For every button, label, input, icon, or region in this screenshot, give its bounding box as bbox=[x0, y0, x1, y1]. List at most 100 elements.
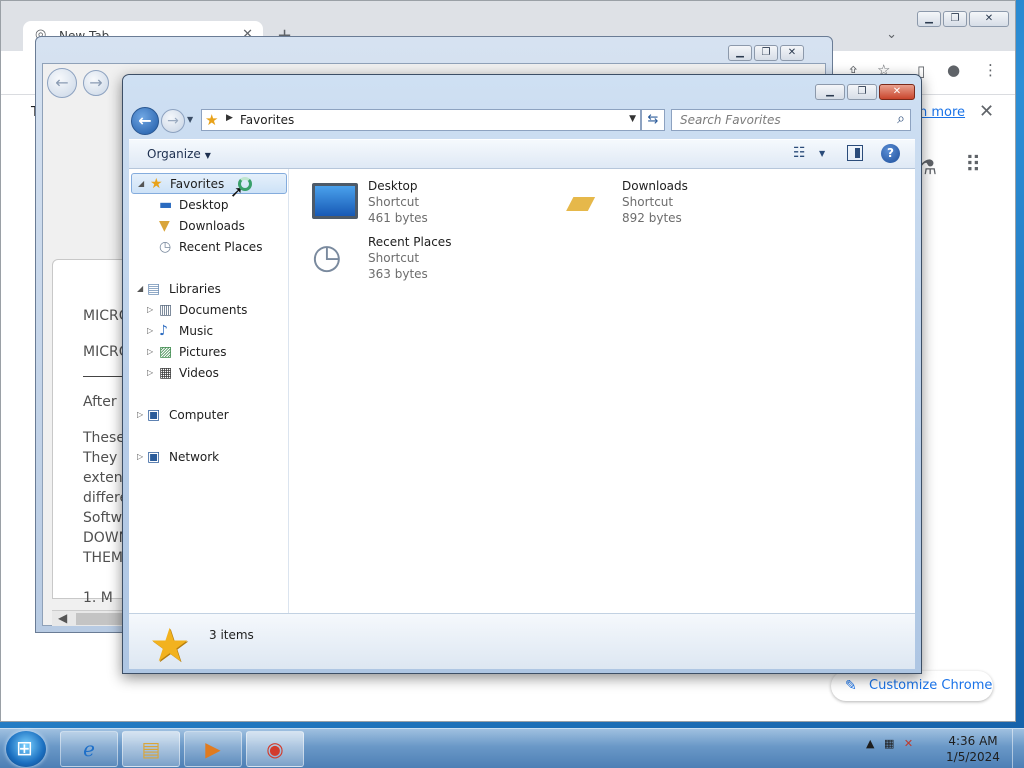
expanded-arrow-icon[interactable]: ◢ bbox=[138, 174, 148, 194]
file-name: Downloads bbox=[622, 179, 688, 193]
collapsed-arrow-icon[interactable]: ▷ bbox=[137, 405, 147, 425]
explorer-body: ◢ ★ Favorites ➚ ▬ Desktop ▼ Downloads ◷ … bbox=[129, 169, 915, 613]
downloads-folder-icon: ▼ bbox=[159, 218, 170, 234]
doc-line: After i bbox=[83, 394, 125, 410]
expanded-arrow-icon[interactable]: ◢ bbox=[137, 279, 147, 299]
file-item-recent-places[interactable]: ◷ Recent Places Shortcut 363 bytes bbox=[302, 231, 542, 283]
tree-item-favorites[interactable]: ◢ ★ Favorites ➚ bbox=[131, 173, 287, 201]
pencil-icon: ✎ bbox=[845, 678, 857, 694]
tree-label: Music bbox=[179, 324, 214, 338]
file-explorer-icon[interactable]: ▤ bbox=[122, 731, 180, 767]
network-tray-icon[interactable]: ▦ bbox=[884, 737, 894, 750]
doc-forward-button[interactable]: → bbox=[83, 70, 109, 96]
item-count: 3 items bbox=[209, 628, 254, 642]
tree-label: Recent Places bbox=[179, 240, 263, 254]
internet-explorer-icon[interactable]: ℯ bbox=[60, 731, 118, 767]
computer-icon: ▣ bbox=[147, 407, 161, 423]
customize-chrome-label: Customize Chrome bbox=[869, 678, 993, 693]
chevron-down-icon[interactable]: ⌄ bbox=[886, 27, 897, 42]
explorer-window-controls: ▁ ❐ ✕ bbox=[815, 84, 915, 100]
chrome-menu-icon[interactable]: ⋮ bbox=[983, 61, 998, 79]
navigation-pane: ◢ ★ Favorites ➚ ▬ Desktop ▼ Downloads ◷ … bbox=[129, 169, 289, 613]
collapsed-arrow-icon[interactable]: ▷ bbox=[137, 447, 147, 467]
explorer-minimize-button[interactable]: ▁ bbox=[815, 84, 845, 100]
doc-line: THEM bbox=[83, 550, 124, 566]
notice-close-icon[interactable]: ✕ bbox=[979, 101, 994, 122]
tree-label: Downloads bbox=[179, 219, 245, 233]
file-type: Shortcut bbox=[368, 195, 420, 209]
taskbar: ℯ ▤ ▶ ◉ ▲ ▦ ✕ 4:36 AM 1/5/2024 bbox=[0, 728, 1024, 768]
chrome-minimize-button[interactable]: ▁ bbox=[917, 11, 941, 27]
file-item-downloads[interactable]: ▰ Downloads Shortcut 892 bytes bbox=[556, 175, 796, 227]
file-item-desktop[interactable]: Desktop Shortcut 461 bytes bbox=[302, 175, 542, 227]
back-button[interactable]: ← bbox=[131, 107, 159, 135]
show-hidden-icons-icon[interactable]: ▲ bbox=[866, 737, 874, 750]
collapsed-arrow-icon[interactable]: ▷ bbox=[147, 300, 157, 320]
chrome-icon[interactable]: ◉ bbox=[246, 731, 304, 767]
search-icon[interactable]: ⌕ bbox=[897, 111, 905, 127]
customize-chrome-button[interactable]: ✎ Customize Chrome bbox=[831, 671, 993, 701]
address-dropdown-icon[interactable]: ▼ bbox=[629, 114, 636, 124]
search-input[interactable]: Search Favorites ⌕ bbox=[671, 109, 911, 131]
libraries-icon: ▤ bbox=[147, 281, 161, 297]
tree-label: Videos bbox=[179, 366, 219, 380]
learn-more-link[interactable]: n more bbox=[919, 105, 965, 120]
tree-label: Computer bbox=[169, 408, 229, 422]
favorites-star-icon: ★ bbox=[150, 176, 163, 192]
explorer-restore-button[interactable]: ❐ bbox=[847, 84, 877, 100]
file-size: 461 bytes bbox=[368, 211, 428, 225]
collapsed-arrow-icon[interactable]: ▷ bbox=[147, 321, 157, 341]
chevron-down-icon: ▼ bbox=[204, 151, 211, 160]
breadcrumb-favorites[interactable]: Favorites bbox=[240, 113, 294, 127]
profile-avatar-icon[interactable]: ● bbox=[947, 61, 960, 79]
change-view-icon[interactable]: ☷ bbox=[793, 145, 806, 161]
tree-label: Pictures bbox=[179, 345, 227, 359]
collapsed-arrow-icon[interactable]: ▷ bbox=[147, 342, 157, 362]
music-icon: ♪ bbox=[159, 323, 168, 339]
pictures-icon: ▨ bbox=[159, 344, 173, 360]
show-desktop-button[interactable] bbox=[1012, 729, 1024, 768]
chrome-close-button[interactable]: ✕ bbox=[969, 11, 1009, 27]
downloads-folder-icon: ▰ bbox=[566, 179, 596, 223]
command-bar: Organize ▼ ☷ ▼ ? bbox=[129, 139, 915, 169]
view-options-dropdown-icon[interactable]: ▼ bbox=[819, 149, 825, 158]
tree-label: Favorites bbox=[170, 177, 225, 191]
recent-places-icon: ◷ bbox=[159, 239, 172, 255]
help-button[interactable]: ? bbox=[881, 144, 900, 163]
address-bar[interactable]: ★ ▶ Favorites ▼ bbox=[201, 109, 641, 131]
explorer-close-button[interactable]: ✕ bbox=[879, 84, 915, 100]
clock-date: 1/5/2024 bbox=[946, 750, 1000, 764]
tree-label: Desktop bbox=[179, 198, 229, 212]
tree-label: Network bbox=[169, 450, 220, 464]
tree-label: Documents bbox=[179, 303, 248, 317]
file-size: 363 bytes bbox=[368, 267, 428, 281]
doc-restore-button[interactable]: ❐ bbox=[754, 45, 778, 61]
forward-button[interactable]: → bbox=[161, 109, 185, 133]
documents-icon: ▥ bbox=[159, 302, 173, 318]
breadcrumb-arrow-icon[interactable]: ▶ bbox=[226, 113, 233, 123]
clock[interactable]: 4:36 AM 1/5/2024 bbox=[940, 733, 1006, 765]
favorites-star-icon: ★ bbox=[149, 618, 191, 672]
doc-back-button[interactable]: ← bbox=[47, 68, 77, 98]
volume-muted-icon[interactable]: ✕ bbox=[904, 737, 913, 750]
doc-close-button[interactable]: ✕ bbox=[780, 45, 804, 61]
details-pane: ★ 3 items bbox=[129, 613, 915, 672]
file-list: Desktop Shortcut 461 bytes ▰ Downloads S… bbox=[290, 169, 915, 613]
preview-pane-icon[interactable] bbox=[847, 145, 863, 161]
recent-pages-dropdown-icon[interactable]: ▼ bbox=[187, 115, 193, 124]
file-size: 892 bytes bbox=[622, 211, 682, 225]
collapsed-arrow-icon[interactable]: ▷ bbox=[147, 363, 157, 383]
file-name: Desktop bbox=[368, 179, 418, 193]
refresh-button[interactable]: ⇆ bbox=[641, 109, 665, 131]
favorites-star-icon: ★ bbox=[205, 111, 219, 129]
doc-minimize-button[interactable]: ▁ bbox=[728, 45, 752, 61]
media-player-icon[interactable]: ▶ bbox=[184, 731, 242, 767]
google-apps-icon[interactable]: ⠿ bbox=[965, 153, 981, 178]
chrome-restore-button[interactable]: ❐ bbox=[943, 11, 967, 27]
organize-button[interactable]: Organize ▼ bbox=[147, 147, 211, 161]
file-type: Shortcut bbox=[622, 195, 674, 209]
scroll-left-icon[interactable]: ◀ bbox=[58, 611, 67, 625]
start-button[interactable] bbox=[6, 731, 46, 767]
doc-line: 1. M bbox=[83, 590, 113, 606]
organize-label: Organize bbox=[147, 147, 201, 161]
